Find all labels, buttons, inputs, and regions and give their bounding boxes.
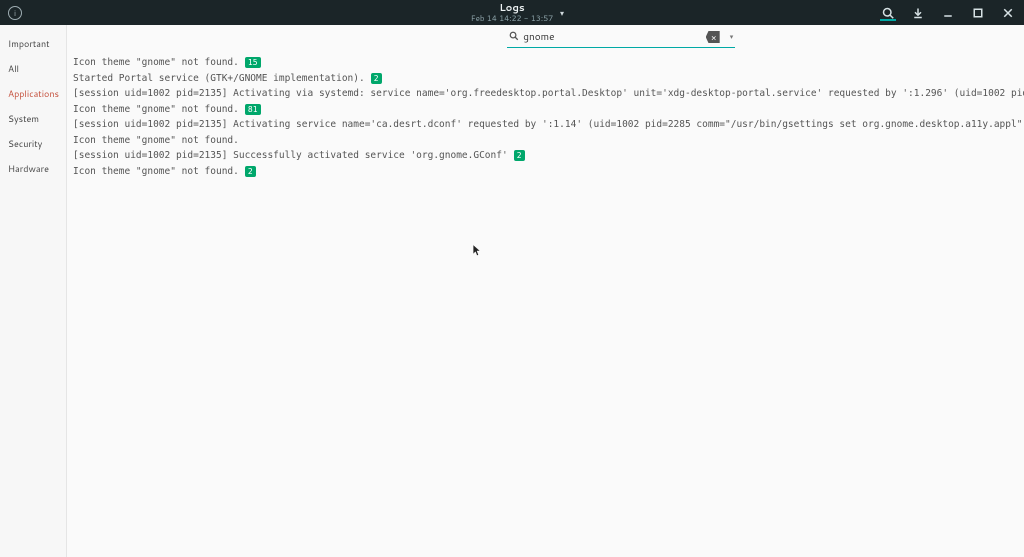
maximize-button[interactable] — [970, 5, 986, 21]
log-row[interactable]: Icon theme "gnome" not found. 81 — [73, 102, 1024, 118]
log-text: [session uid=1002 pid=2135] Activating s… — [73, 117, 1024, 133]
count-badge: 2 — [371, 73, 382, 84]
log-row[interactable]: [session uid=1002 pid=2135] Successfully… — [73, 148, 1024, 164]
log-text: Icon theme "gnome" not found. — [73, 164, 239, 180]
log-row[interactable]: Started Portal service (GTK+/GNOME imple… — [73, 71, 1024, 87]
count-badge: 81 — [245, 104, 261, 115]
searchbar: ▾ — [67, 25, 1024, 49]
search-icon — [509, 29, 519, 45]
log-text: [session uid=1002 pid=2135] Successfully… — [73, 148, 508, 164]
sidebar-item-hardware[interactable]: Hardware — [0, 156, 66, 181]
log-text: Icon theme "gnome" not found. — [73, 102, 239, 118]
search-field[interactable]: ▾ — [507, 28, 735, 48]
chevron-down-icon[interactable]: ▾ — [560, 7, 564, 19]
close-button[interactable] — [1000, 5, 1016, 21]
download-button[interactable] — [910, 5, 926, 21]
log-row[interactable]: Icon theme "gnome" not found. 15 13:57 — [73, 55, 1024, 71]
sidebar-item-important[interactable]: Important — [0, 31, 66, 56]
log-text: Icon theme "gnome" not found. — [73, 133, 239, 149]
log-row[interactable]: Icon theme "gnome" not found. — [73, 133, 1024, 149]
count-badge: 2 — [514, 150, 525, 161]
sidebar-item-security[interactable]: Security — [0, 131, 66, 156]
search-button[interactable] — [880, 5, 896, 21]
title-center[interactable]: Logs Feb 14 14:22 - 13:57 — [471, 3, 554, 23]
sidebar: Important All Applications System Securi… — [0, 25, 67, 557]
log-text: Started Portal service (GTK+/GNOME imple… — [73, 71, 365, 87]
sidebar-item-applications[interactable]: Applications — [0, 81, 66, 106]
titlebar-right-controls — [880, 5, 1016, 21]
count-badge: 2 — [245, 166, 256, 177]
clear-icon[interactable] — [706, 31, 720, 43]
sidebar-item-system[interactable]: System — [0, 106, 66, 131]
log-row[interactable]: [session uid=1002 pid=2135] Activating s… — [73, 117, 1024, 133]
minimize-button[interactable] — [940, 5, 956, 21]
log-row[interactable]: Icon theme "gnome" not found. 2 — [73, 164, 1024, 180]
window-subtitle: Feb 14 14:22 - 13:57 — [471, 14, 554, 23]
log-text: [session uid=1002 pid=2135] Activating v… — [73, 86, 1024, 102]
log-list[interactable]: Icon theme "gnome" not found. 15 13:57 S… — [67, 49, 1024, 557]
sidebar-item-all[interactable]: All — [0, 56, 66, 81]
log-row[interactable]: [session uid=1002 pid=2135] Activating v… — [73, 86, 1024, 102]
search-input[interactable] — [523, 30, 701, 44]
titlebar: i Logs Feb 14 14:22 - 13:57 ▾ — [0, 0, 1024, 25]
count-badge: 15 — [245, 57, 261, 68]
mouse-cursor-icon — [472, 244, 482, 264]
log-text: Icon theme "gnome" not found. — [73, 55, 239, 71]
search-options-icon[interactable]: ▾ — [724, 32, 734, 42]
info-icon[interactable]: i — [8, 6, 22, 20]
content: ▾ Icon theme "gnome" not found. 15 13:57… — [67, 25, 1024, 557]
